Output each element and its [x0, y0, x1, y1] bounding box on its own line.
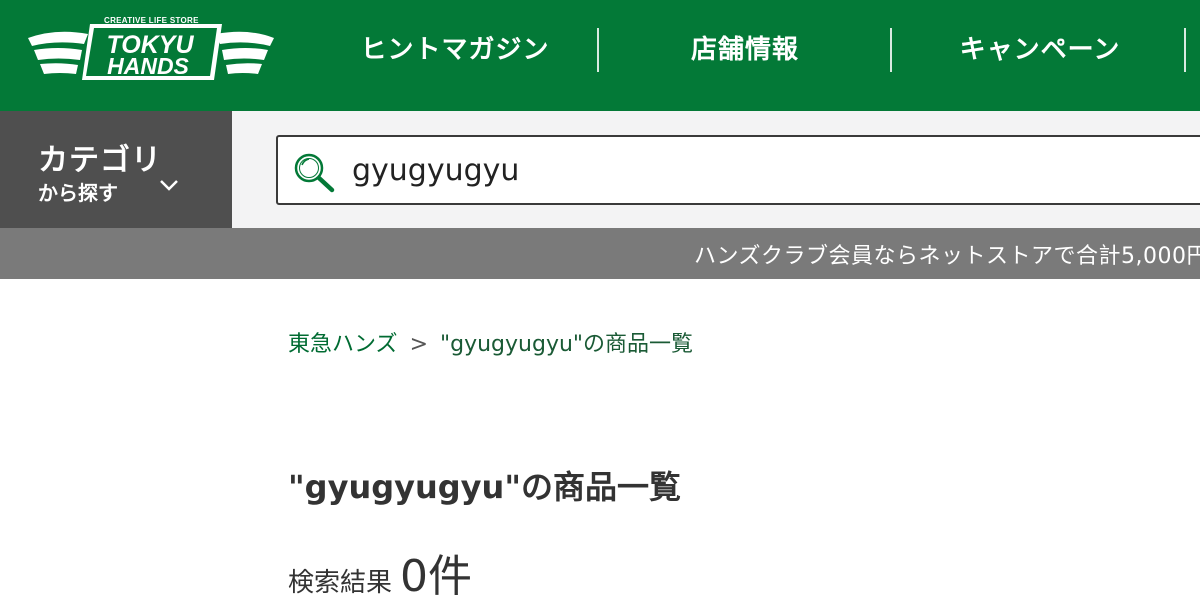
- category-menu-button[interactable]: カテゴリ から探す: [0, 111, 232, 228]
- breadcrumb-current: "gyugyugyu"の商品一覧: [440, 332, 694, 357]
- nav-divider: [890, 28, 892, 72]
- logo-tagline: CREATIVE LIFE STORE: [104, 16, 199, 25]
- search-result-count: 検索結果 0件: [288, 540, 472, 604]
- site-header: TOKYU HANDS CREATIVE LIFE STORE ヒントマガジン …: [0, 0, 1200, 111]
- chevron-down-icon: [160, 180, 178, 191]
- result-label: 検索結果: [288, 568, 393, 598]
- search-input[interactable]: [352, 147, 1192, 193]
- nav-item-campaign[interactable]: キャンペーン: [950, 28, 1130, 72]
- category-title: カテゴリ: [38, 143, 162, 178]
- nav-item-hint-magazine[interactable]: ヒントマガジン: [350, 28, 560, 72]
- announcement-text: ハンズクラブ会員ならネットストアで合計5,000円(: [694, 244, 1200, 269]
- nav-item-store-info[interactable]: 店舗情報: [670, 28, 820, 72]
- tokyu-hands-logo[interactable]: TOKYU HANDS CREATIVE LIFE STORE: [26, 14, 276, 84]
- nav-divider: [597, 28, 599, 72]
- page-title: "gyugyugyu"の商品一覧: [288, 468, 681, 506]
- category-subtitle: から探す: [38, 181, 118, 205]
- logo-word-hands: HANDS: [107, 53, 189, 79]
- nav-divider: [1184, 28, 1186, 72]
- announcement-bar[interactable]: ハンズクラブ会員ならネットストアで合計5,000円(: [0, 228, 1200, 279]
- result-number: 0件: [400, 551, 473, 602]
- breadcrumb-separator: >: [409, 332, 428, 357]
- search-box[interactable]: [276, 135, 1200, 205]
- breadcrumb: 東急ハンズ > "gyugyugyu"の商品一覧: [288, 326, 693, 358]
- search-icon[interactable]: [292, 151, 336, 193]
- breadcrumb-home-link[interactable]: 東急ハンズ: [288, 332, 398, 357]
